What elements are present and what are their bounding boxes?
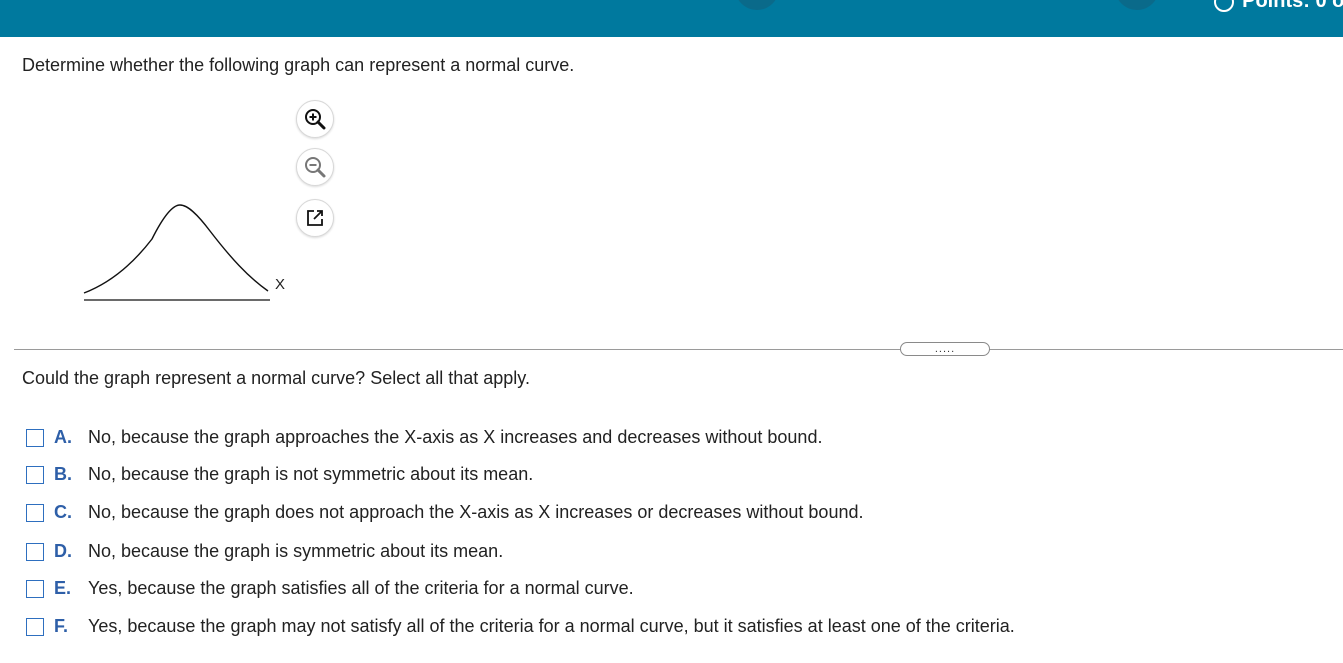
top-bar: Points: 0 of	[0, 0, 1343, 37]
option-letter: A.	[54, 427, 72, 447]
option-e[interactable]: E. Yes, because the graph satisfies all …	[26, 578, 634, 599]
prompt-text: Could the graph represent a normal curve…	[22, 368, 530, 388]
option-text: Yes, because the graph may not satisfy a…	[88, 616, 1015, 636]
option-letter: D.	[54, 541, 72, 561]
option-c[interactable]: C. No, because the graph does not approa…	[26, 502, 863, 523]
expand-toggle-button[interactable]: .....	[900, 342, 990, 356]
points-indicator: Points: 0 of	[1214, 0, 1343, 13]
curve-path	[83, 204, 269, 294]
section-divider	[14, 349, 1343, 350]
question-text: Determine whether the following graph ca…	[22, 55, 575, 75]
x-axis-label: X	[275, 276, 285, 293]
option-text: No, because the graph does not approach …	[88, 502, 864, 522]
checkbox-f[interactable]	[26, 617, 44, 636]
nav-button-left[interactable]	[735, 0, 779, 10]
zoom-out-icon	[305, 157, 326, 178]
checkbox-c[interactable]	[26, 503, 44, 522]
expander-dots: .....	[934, 343, 956, 355]
option-text: No, because the graph is not symmetric a…	[88, 464, 534, 484]
option-text: No, because the graph approaches the X-a…	[88, 427, 823, 447]
zoom-out-button[interactable]	[296, 148, 334, 186]
curve-graph: X	[80, 195, 295, 312]
option-letter: C.	[54, 502, 72, 522]
checkbox-d[interactable]	[26, 542, 44, 561]
option-letter: F.	[54, 616, 69, 636]
option-a[interactable]: A. No, because the graph approaches the …	[26, 427, 822, 448]
option-text: No, because the graph is symmetric about…	[88, 541, 504, 561]
zoom-in-icon	[305, 109, 326, 130]
nav-button-right[interactable]	[1115, 0, 1159, 10]
zoom-in-button[interactable]	[296, 100, 334, 138]
option-f[interactable]: F. Yes, because the graph may not satisf…	[26, 616, 1015, 637]
curve-graph-svg: X	[83, 204, 285, 301]
option-letter: E.	[54, 578, 72, 598]
points-label: Points: 0 of	[1242, 0, 1343, 12]
option-text: Yes, because the graph satisfies all of …	[88, 578, 634, 598]
checkbox-a[interactable]	[26, 428, 44, 447]
option-letter: B.	[54, 464, 72, 484]
checkbox-e[interactable]	[26, 579, 44, 598]
checkbox-b[interactable]	[26, 465, 44, 484]
points-circle-icon	[1214, 0, 1235, 12]
option-d[interactable]: D. No, because the graph is symmetric ab…	[26, 541, 503, 562]
option-b[interactable]: B. No, because the graph is not symmetri…	[26, 464, 533, 485]
external-window-icon	[307, 210, 323, 226]
popout-button[interactable]	[296, 199, 334, 237]
